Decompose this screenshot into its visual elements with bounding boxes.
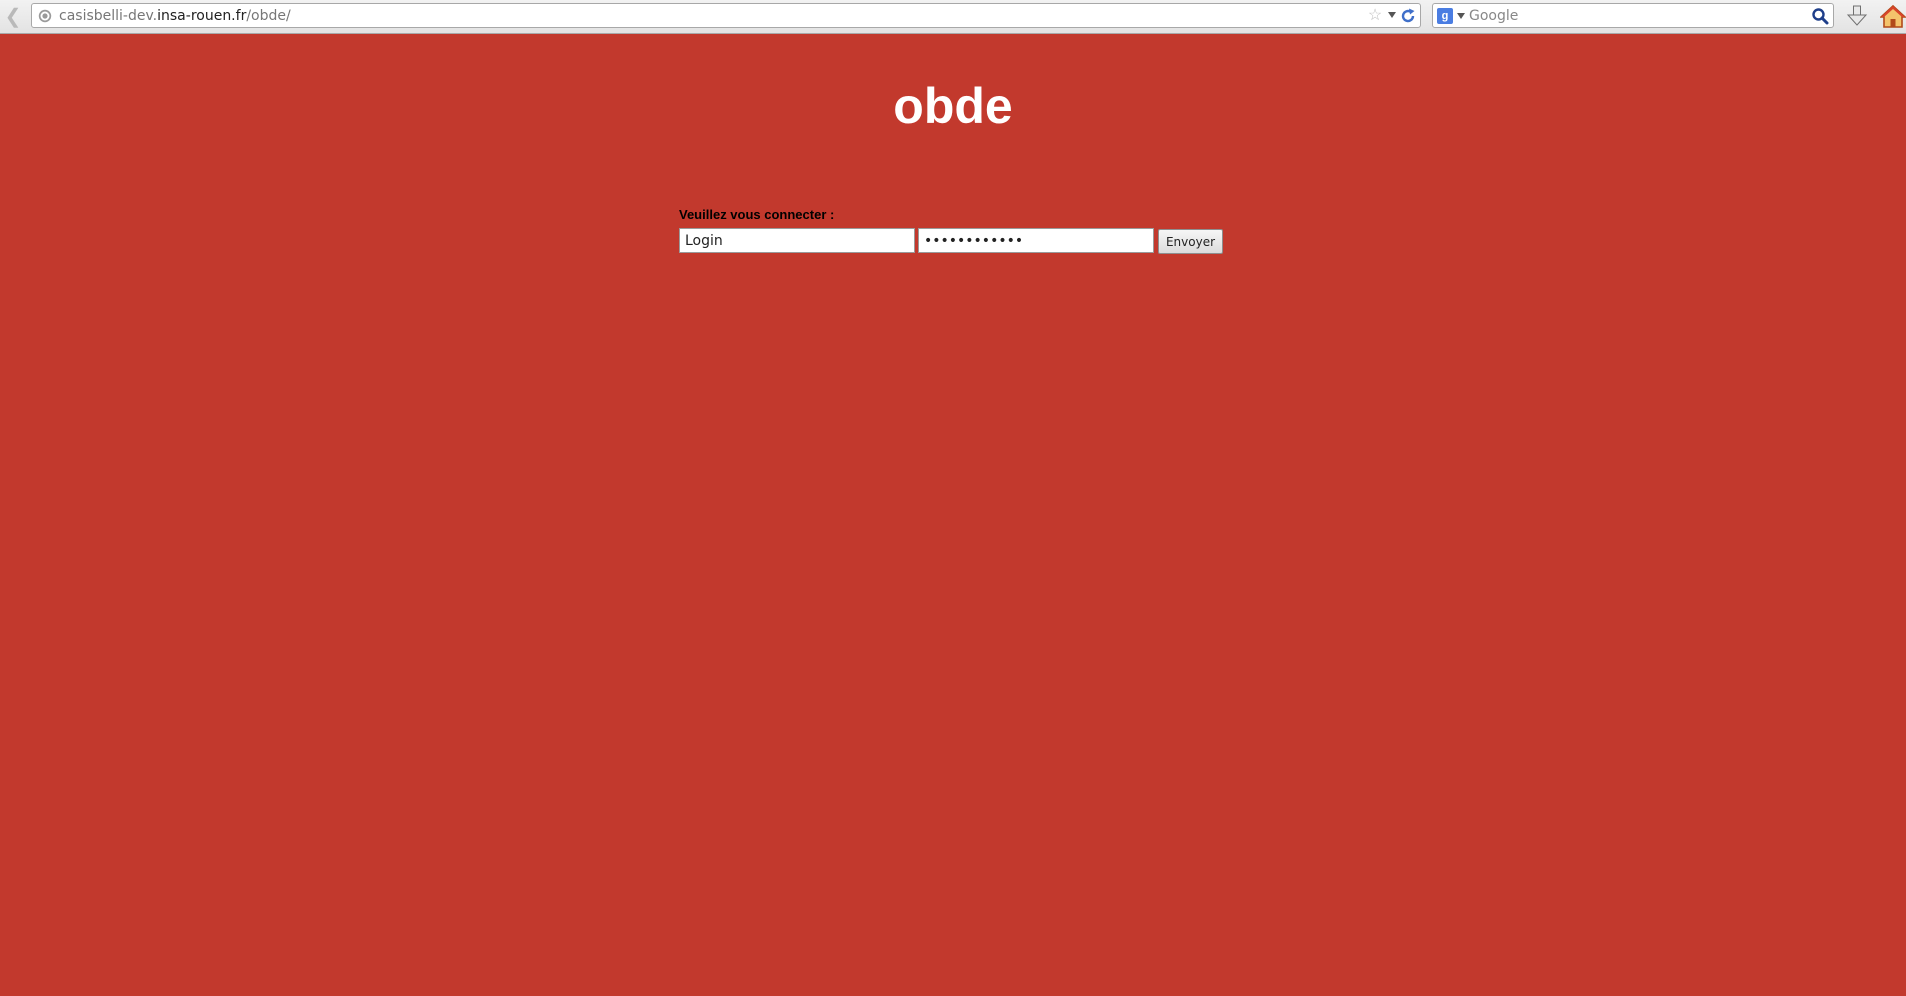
login-prompt: Veuillez vous connecter : (679, 207, 835, 222)
download-arrow-icon[interactable] (1846, 4, 1868, 28)
google-icon[interactable]: g (1437, 8, 1453, 24)
login-input[interactable] (679, 228, 915, 253)
url-prefix: casisbelli-dev. (59, 8, 158, 24)
url-text[interactable]: casisbelli-dev.insa-rouen.fr/obde/ (59, 8, 291, 24)
star-icon[interactable]: ☆ (1366, 7, 1384, 25)
search-input[interactable] (1469, 6, 1799, 25)
chevron-down-icon[interactable] (1457, 13, 1465, 19)
chevron-down-icon[interactable] (1388, 12, 1396, 18)
globe-icon[interactable] (38, 9, 52, 23)
magnifier-icon[interactable] (1811, 7, 1829, 25)
browser-toolbar: ❮ casisbelli-dev.insa-rouen.fr/obde/ ☆ g (0, 0, 1906, 34)
url-bar[interactable]: casisbelli-dev.insa-rouen.fr/obde/ ☆ (31, 3, 1421, 28)
back-arrow-icon[interactable]: ❮ (2, 6, 24, 28)
login-form: Veuillez vous connecter : Envoyer (679, 207, 1239, 254)
submit-button[interactable]: Envoyer (1158, 229, 1223, 254)
page-title: obde (893, 78, 1013, 134)
search-bar[interactable]: g (1432, 3, 1834, 28)
login-form-row: Envoyer (679, 228, 1239, 254)
url-path: /obde/ (246, 8, 291, 24)
reload-icon[interactable] (1399, 7, 1417, 25)
home-icon[interactable] (1880, 3, 1906, 29)
url-domain: insa-rouen.fr (157, 8, 247, 24)
password-input[interactable] (918, 228, 1154, 253)
